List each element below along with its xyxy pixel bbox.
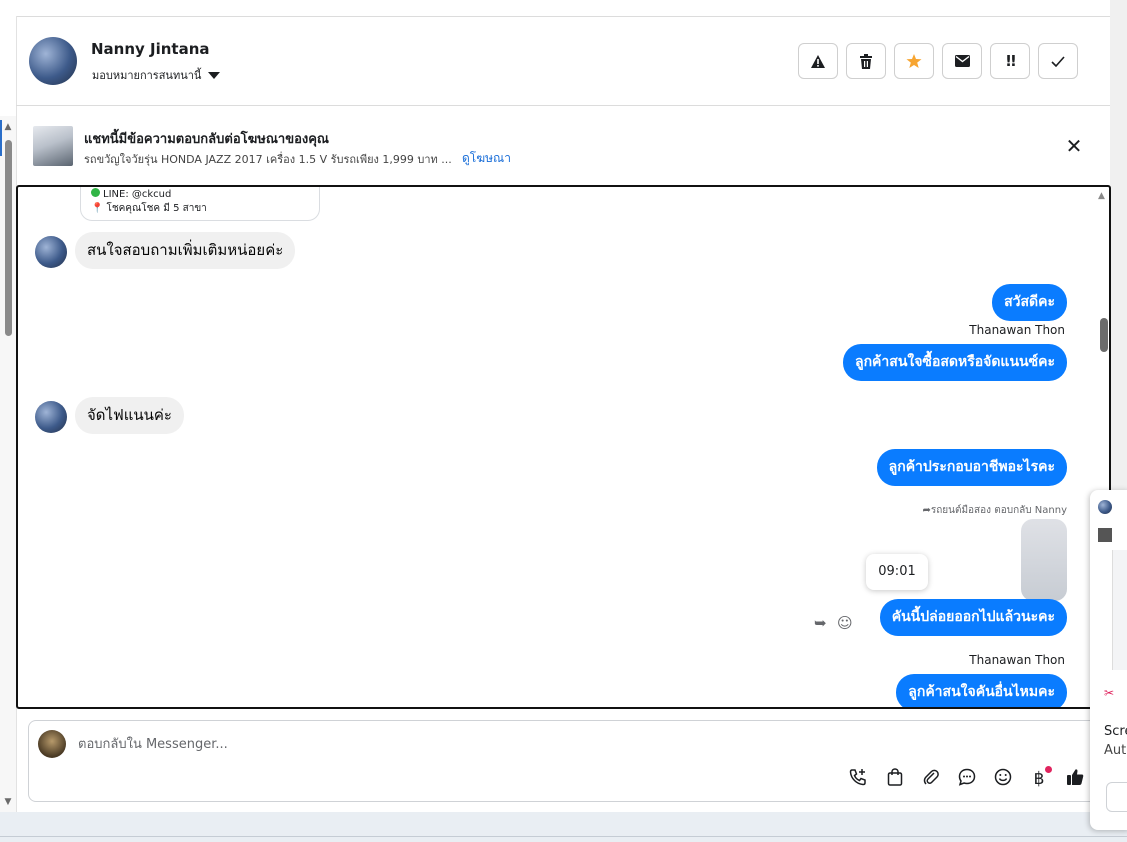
timestamp-tooltip: 09:01 [866,554,928,590]
header-divider [16,105,1110,106]
outer-scrollbar-thumb[interactable] [5,140,12,336]
green-dot-icon [91,188,100,197]
reply-arrow-icon: ➦ [922,505,931,516]
reply-icon[interactable]: ➥ [814,614,827,632]
incoming-message[interactable]: จัดไฟแนนค่ะ [75,397,184,434]
ad-banner-subtitle: รถขวัญใจวัยรุ่น HONDA JAZZ 2017 เครื่อง … [84,153,452,166]
panel-title: Scre [1104,724,1127,739]
outgoing-message[interactable]: สวัสดีคะ [992,284,1067,321]
replied-image-preview[interactable] [1021,519,1067,601]
message-thread[interactable]: ― LINE: @ckcud 📍โชคคุณโชค มี 5 สาขา สนใจ… [16,185,1111,709]
window-right-strip [1110,0,1127,490]
delete-button[interactable] [846,43,886,79]
emoji-icon[interactable] [992,768,1014,790]
follow-up-button[interactable]: !! [990,43,1030,79]
reply-context: ➦รถยนต์มือสอง ตอบกลับ Nanny [922,503,1067,518]
star-button[interactable] [894,43,934,79]
incoming-message[interactable]: สนใจสอบถามเพิ่มเติมหน่อยค่ะ [75,232,296,269]
mark-unread-button[interactable] [942,43,982,79]
screenshot-side-panel[interactable]: ✂ Scre Aut [1090,490,1127,830]
reply-note-text: รถยนต์มือสอง ตอบกลับ Nanny [930,505,1067,516]
trash-icon [860,53,872,69]
sender-name: Thanawan Thon [969,323,1065,337]
page-avatar [38,730,66,758]
react-emoji-icon[interactable]: ☺ [837,614,853,632]
outgoing-message[interactable]: คันนี้ปล่อยออกไปแล้วนะคะ [879,599,1067,636]
thumbs-up-icon[interactable] [1064,768,1086,790]
paperclip-icon[interactable] [920,768,942,790]
card-line: LINE: @ckcud [103,189,172,200]
chat-bubble-icon[interactable] [956,768,978,790]
outgoing-message[interactable]: ลูกค้าสนใจคันอื่นไหมคะ [896,674,1067,707]
warning-triangle-icon [811,54,825,68]
star-icon [906,54,922,68]
view-ad-link[interactable]: ดูโฆษณา [462,149,511,168]
scroll-down-arrow-icon[interactable]: ▼ [3,797,13,807]
panel-avatar [1098,500,1112,514]
assign-label: มอบหมายการสนทนานี้ [92,69,202,82]
exclamation-icon: !! [1005,52,1017,70]
chat-scroll-up-icon[interactable]: ▲ [1098,191,1105,201]
assign-conversation-dropdown[interactable]: มอบหมายการสนทนานี้ [92,66,221,84]
bottom-divider [0,836,1127,837]
pin-icon: 📍 [91,203,104,214]
check-icon [1051,55,1065,67]
card-line: โชคคุณโชค มี 5 สาขา [106,203,207,214]
contact-avatar[interactable] [29,37,77,85]
outgoing-message[interactable]: ลูกค้าประกอบอาชีพอะไรคะ [876,449,1067,486]
snip-tool-icon[interactable]: ✂ [1104,686,1114,700]
scroll-up-arrow-icon[interactable]: ▲ [3,122,13,132]
envelope-icon [954,55,970,67]
phone-add-icon[interactable] [847,768,869,790]
contact-name[interactable]: Nanny Jintana [91,40,210,58]
panel-subtitle: Aut [1104,743,1127,758]
report-spam-button[interactable] [798,43,838,79]
reply-input[interactable] [78,734,778,754]
sender-name: Thanawan Thon [969,653,1065,667]
outgoing-message[interactable]: ลูกค้าสนใจซื้อสดหรือจัดแนนซ์คะ [843,344,1067,381]
ad-thumbnail[interactable] [33,126,73,166]
mark-done-button[interactable] [1038,43,1078,79]
notification-dot [1045,766,1052,773]
caret-down-icon [208,71,221,79]
window-bottom-strip [0,812,1127,842]
shopping-bag-icon[interactable] [884,768,906,790]
close-icon[interactable]: ✕ [1064,134,1084,158]
panel-action-button[interactable] [1106,782,1127,812]
chat-scrollbar-thumb[interactable] [1100,318,1108,352]
panel-thumbnail [1098,528,1112,542]
ad-info-card: ― LINE: @ckcud 📍โชคคุณโชค มี 5 สาขา [80,187,320,221]
contact-avatar-small [35,401,67,433]
ad-banner-title: แชทนี้มีข้อความตอบกลับต่อโฆษณาของคุณ [84,132,329,147]
top-divider [16,16,1110,17]
panel-preview [1112,550,1127,670]
contact-avatar-small [35,236,67,268]
selection-accent [0,120,2,156]
